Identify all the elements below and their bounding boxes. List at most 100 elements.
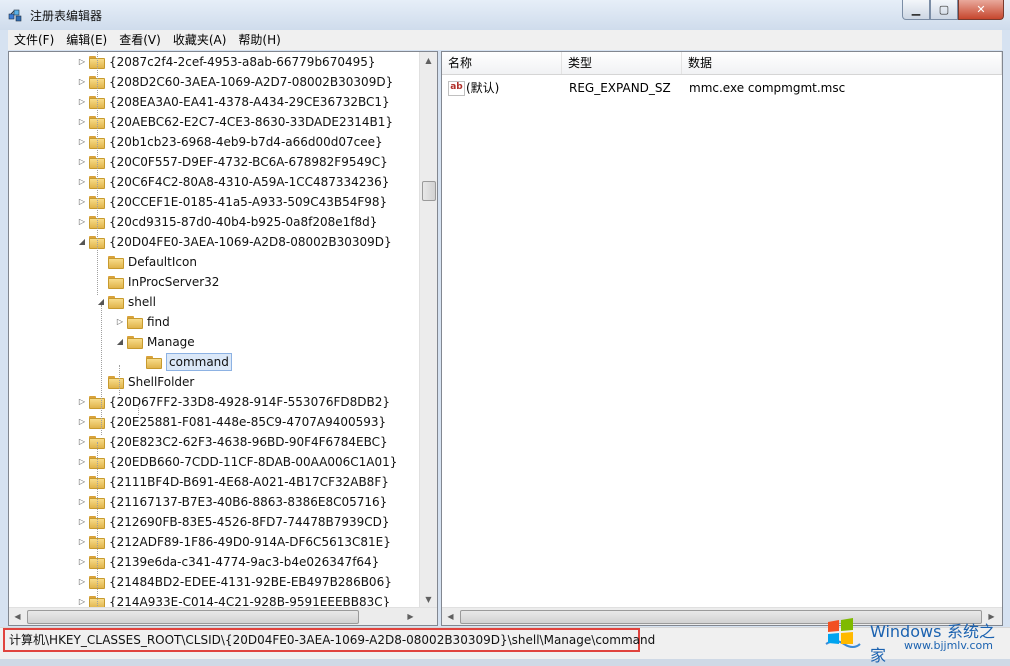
- tree-item-label: {208D2C60-3AEA-1069-A2D7-08002B30309D}: [109, 75, 394, 89]
- expand-icon[interactable]: ▷: [77, 452, 87, 472]
- tree-item-label: {2139e6da-c341-4774-9ac3-b4e026347f64}: [109, 555, 380, 569]
- tree-item-label: find: [147, 315, 170, 329]
- scroll-thumb[interactable]: [422, 181, 436, 201]
- expand-icon[interactable]: ▷: [77, 52, 87, 72]
- menu-help[interactable]: 帮助(H): [232, 30, 286, 50]
- column-header: 名称 类型 数据: [442, 52, 1002, 75]
- tree-item[interactable]: ◢ shell: [96, 292, 156, 312]
- tree-item-label: DefaultIcon: [128, 255, 197, 269]
- tree-item[interactable]: command: [134, 352, 232, 372]
- tree-item[interactable]: ▷ {2087c2f4-2cef-4953-a8ab-66779b670495}: [77, 52, 376, 72]
- close-button[interactable]: ✕: [958, 0, 1004, 20]
- folder-icon: [108, 295, 124, 309]
- tree-connector: [119, 365, 120, 395]
- tree-connector: [138, 405, 139, 415]
- scroll-hthumb[interactable]: [27, 610, 359, 624]
- ab-string-icon: ab: [448, 81, 465, 96]
- value-data: mmc.exe compmgmt.msc: [689, 81, 846, 95]
- tree-item[interactable]: ▷ {20cd9315-87d0-40b4-b925-0a8f208e1f8d}: [77, 212, 378, 232]
- value-type: REG_EXPAND_SZ: [569, 81, 671, 95]
- scroll-down-icon[interactable]: ▼: [420, 591, 437, 608]
- tree-item[interactable]: ▷ {212ADF89-1F86-49D0-914A-DF6C5613C81E}: [77, 532, 391, 552]
- menu-file[interactable]: 文件(F): [8, 30, 60, 50]
- expand-icon[interactable]: ▷: [77, 472, 87, 492]
- tree-item-label: {20b1cb23-6968-4eb9-b7d4-a66d00d07cee}: [109, 135, 383, 149]
- maximize-button[interactable]: ▢: [930, 0, 958, 20]
- scroll-left-icon[interactable]: ◀: [9, 608, 26, 625]
- minimize-icon: ▁: [911, 3, 921, 16]
- tree-item-label: {21484BD2-EDEE-4131-92BE-EB497B286B06}: [109, 575, 392, 589]
- tree-item[interactable]: ▷ {20D67FF2-33D8-4928-914F-553076FD8DB2}: [77, 392, 390, 412]
- tree-item[interactable]: ▷ {2139e6da-c341-4774-9ac3-b4e026347f64}: [77, 552, 379, 572]
- tree-item[interactable]: ▷ {214A933E-C014-4C21-928B-9591EEEBB83C}: [77, 592, 390, 608]
- scroll-right-icon[interactable]: ▶: [402, 608, 419, 625]
- tree-item[interactable]: DefaultIcon: [96, 252, 197, 272]
- column-name[interactable]: 名称: [442, 52, 562, 74]
- column-data[interactable]: 数据: [682, 52, 1002, 74]
- scroll-left-icon[interactable]: ◀: [442, 608, 459, 625]
- tree-item[interactable]: ▷ {20b1cb23-6968-4eb9-b7d4-a66d00d07cee}: [77, 132, 383, 152]
- registry-app-icon: [8, 9, 22, 22]
- expand-icon[interactable]: ▷: [77, 552, 87, 572]
- expand-icon[interactable]: ▷: [77, 152, 87, 172]
- key-tree[interactable]: ▷ {2087c2f4-2cef-4953-a8ab-66779b670495} ▷…: [9, 52, 419, 608]
- tree-item[interactable]: ▷ {20EDB660-7CDD-11CF-8DAB-00AA006C1A01}: [77, 452, 397, 472]
- tree-item[interactable]: InProcServer32: [96, 272, 219, 292]
- status-bar: 计算机\HKEY_CLASSES_ROOT\CLSID\{20D04FE0-3A…: [0, 618, 1010, 665]
- status-path: 计算机\HKEY_CLASSES_ROOT\CLSID\{20D04FE0-3A…: [3, 628, 655, 652]
- tree-item[interactable]: ▷ find: [115, 312, 170, 332]
- tree-item[interactable]: ▷ {212690FB-83E5-4526-8FD7-74478B7939CD}: [77, 512, 390, 532]
- expand-icon[interactable]: ▷: [77, 592, 87, 608]
- tree-item-label: command: [166, 353, 232, 371]
- windows-logo-icon: [825, 618, 861, 648]
- tree-item[interactable]: ▷ {208D2C60-3AEA-1069-A2D7-08002B30309D}: [77, 72, 393, 92]
- expand-icon[interactable]: ▷: [77, 492, 87, 512]
- tree-item[interactable]: ▷ {20C0F557-D9EF-4732-BC6A-678982F9549C}: [77, 152, 388, 172]
- collapse-icon[interactable]: ◢: [115, 332, 125, 352]
- tree-item[interactable]: ShellFolder: [96, 372, 194, 392]
- minimize-button[interactable]: ▁: [902, 0, 930, 20]
- expand-icon[interactable]: ▷: [77, 192, 87, 212]
- close-icon: ✕: [976, 3, 986, 16]
- tree-horizontal-scrollbar[interactable]: ◀ ▶: [9, 607, 437, 625]
- column-type[interactable]: 类型: [562, 52, 682, 74]
- title-bar[interactable]: 注册表编辑器 ▁ ▢ ✕: [0, 0, 1010, 30]
- tree-item[interactable]: ▷ {21484BD2-EDEE-4131-92BE-EB497B286B06}: [77, 572, 392, 592]
- expand-icon[interactable]: ▷: [77, 512, 87, 532]
- expand-icon[interactable]: ▷: [77, 432, 87, 452]
- tree-vertical-scrollbar[interactable]: ▲ ▼: [419, 52, 437, 608]
- expand-icon[interactable]: ▷: [77, 172, 87, 192]
- expand-icon[interactable]: ▷: [77, 392, 87, 412]
- no-expander: [134, 352, 144, 372]
- tree-connector: [101, 305, 102, 435]
- scroll-up-icon[interactable]: ▲: [420, 52, 437, 69]
- tree-item[interactable]: ◢ Manage: [115, 332, 195, 352]
- collapse-icon[interactable]: ◢: [77, 232, 87, 252]
- tree-item[interactable]: ▷ {20CCEF1E-0185-41a5-A933-509C43B54F98}: [77, 192, 387, 212]
- menu-edit[interactable]: 编辑(E): [60, 30, 113, 50]
- expand-icon[interactable]: ▷: [77, 532, 87, 552]
- tree-item[interactable]: ▷ {20E25881-F081-448e-85C9-4707A9400593}: [77, 412, 386, 432]
- value-row[interactable]: ab (默认) REG_EXPAND_SZ mmc.exe compmgmt.m…: [442, 78, 1002, 98]
- menu-view[interactable]: 查看(V): [113, 30, 167, 50]
- expand-icon[interactable]: ▷: [77, 132, 87, 152]
- folder-icon: [108, 375, 124, 389]
- expand-icon[interactable]: ▷: [115, 312, 125, 332]
- tree-item-label: {21167137-B7E3-40B6-8863-8386E8C05716}: [109, 495, 388, 509]
- expand-icon[interactable]: ▷: [77, 112, 87, 132]
- expand-icon[interactable]: ▷: [77, 92, 87, 112]
- expand-icon[interactable]: ▷: [77, 572, 87, 592]
- tree-item[interactable]: ▷ {2111BF4D-B691-4E68-A021-4B17CF32AB8F}: [77, 472, 389, 492]
- expand-icon[interactable]: ▷: [77, 212, 87, 232]
- menu-favorites[interactable]: 收藏夹(A): [167, 30, 233, 50]
- tree-connector: [97, 442, 98, 608]
- tree-item[interactable]: ▷ {20E823C2-62F3-4638-96BD-90F4F6784EBC}: [77, 432, 388, 452]
- expand-icon[interactable]: ▷: [77, 72, 87, 92]
- expand-icon[interactable]: ▷: [77, 412, 87, 432]
- tree-item-label: {20E25881-F081-448e-85C9-4707A9400593}: [109, 415, 387, 429]
- tree-item[interactable]: ▷ {20AEBC62-E2C7-4CE3-8630-33DADE2314B1}: [77, 112, 393, 132]
- tree-item[interactable]: ▷ {208EA3A0-EA41-4378-A434-29CE36732BC1}: [77, 92, 390, 112]
- tree-item[interactable]: ▷ {21167137-B7E3-40B6-8863-8386E8C05716}: [77, 492, 387, 512]
- tree-item[interactable]: ◢ {20D04FE0-3AEA-1069-A2D8-08002B30309D}: [77, 232, 392, 252]
- tree-item[interactable]: ▷ {20C6F4C2-80A8-4310-A59A-1CC487334236}: [77, 172, 389, 192]
